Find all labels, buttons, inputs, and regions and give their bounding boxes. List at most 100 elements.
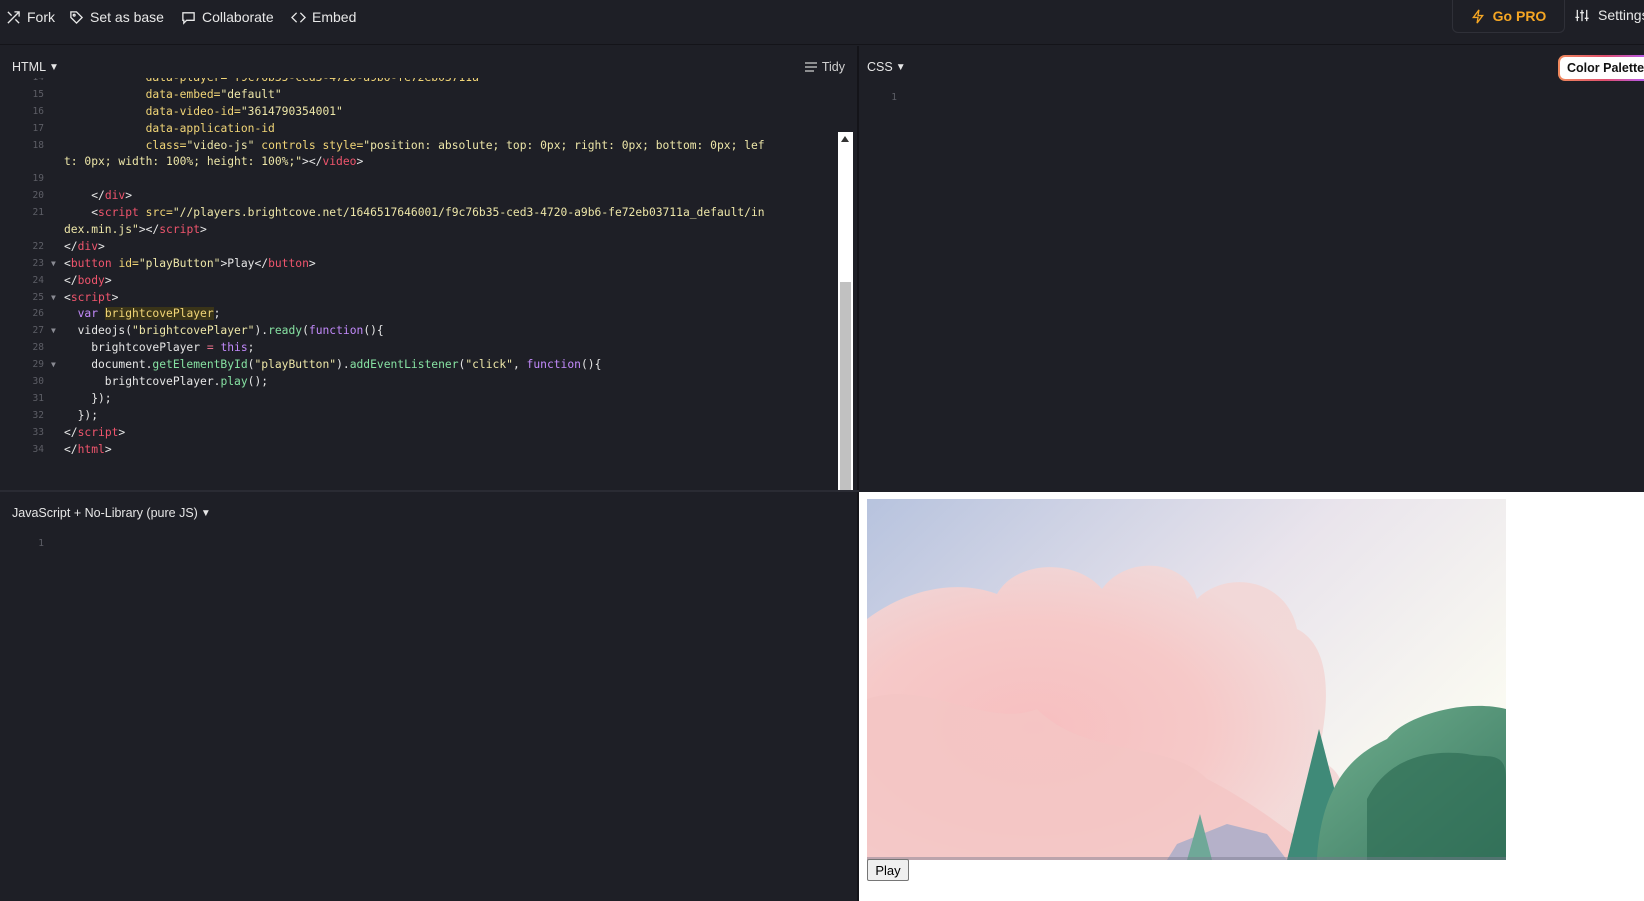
- code-line[interactable]: 28 brightcovePlayer = this;: [0, 340, 838, 357]
- line-number: 18: [32, 139, 44, 151]
- code-line[interactable]: 16 data-video-id="3614790354001": [0, 104, 838, 121]
- line-number: 19: [32, 173, 44, 185]
- code-line[interactable]: 14 data-player="f9c76b35-ced3-4720-a9b6-…: [0, 78, 838, 87]
- code-text: <script src="//players.brightcove.net/16…: [64, 206, 765, 220]
- code-text: </div>: [64, 189, 133, 203]
- code-text: data-video-id="3614790354001": [145, 104, 343, 118]
- scroll-up-icon[interactable]: [841, 136, 849, 142]
- code-line[interactable]: dex.min.js"></script>: [0, 222, 838, 239]
- settings-button[interactable]: Settings: [1574, 7, 1644, 23]
- collaborate-label: Collaborate: [202, 9, 274, 25]
- line-number: 21: [32, 207, 44, 219]
- video-player[interactable]: [867, 499, 1506, 860]
- code-text: </body>: [64, 273, 112, 287]
- code-line[interactable]: 34 </html>: [0, 442, 838, 459]
- line-number: 25: [32, 291, 44, 303]
- go-pro-label: Go PRO: [1492, 8, 1547, 24]
- code-line[interactable]: 22 </div>: [0, 239, 838, 256]
- code-line[interactable]: 32 });: [0, 408, 838, 425]
- embed-button[interactable]: Embed: [291, 7, 356, 27]
- lightning-icon: [1471, 9, 1484, 23]
- code-line[interactable]: 24 </body>: [0, 273, 838, 290]
- html-code-editor[interactable]: 14 data-player="f9c76b35-ced3-4720-a9b6-…: [0, 78, 838, 490]
- code-line[interactable]: 20 </div>: [0, 188, 838, 205]
- code-line[interactable]: 27 ▼ videojs("brightcovePlayer").ready(fu…: [0, 323, 838, 340]
- scrollbar-thumb[interactable]: [840, 282, 851, 490]
- fork-button[interactable]: Fork: [6, 7, 55, 27]
- code-line[interactable]: 25 ▼ <script>: [0, 290, 838, 307]
- line-number: 31: [32, 392, 44, 404]
- code-text: data-application-id: [145, 121, 275, 135]
- code-text: videojs("brightcovePlayer").ready(functi…: [64, 324, 384, 338]
- line-number: 27: [32, 325, 44, 337]
- dropdown-caret-icon: ▼: [49, 61, 59, 73]
- code-text: </html>: [64, 442, 112, 456]
- color-palette-label: Color Palette G: [1560, 57, 1644, 79]
- sliders-icon: [1575, 9, 1589, 21]
- line-number: 16: [32, 105, 44, 117]
- code-text: <script>: [64, 290, 119, 304]
- fork-icon: [7, 10, 20, 24]
- code-line[interactable]: 21 <script src="//players.brightcove.net…: [0, 205, 838, 222]
- js-panel-title: JavaScript + No-Library (pure JS): [12, 506, 198, 520]
- code-line[interactable]: 17 data-application-id: [0, 121, 838, 138]
- settings-label: Settings: [1598, 7, 1644, 23]
- html-editor-panel: HTML ▼ Tidy 14 data-player="f9c76b35-ced…: [0, 46, 857, 490]
- code-line[interactable]: 15 data-embed="default": [0, 87, 838, 104]
- css-editor-panel: CSS ▼ Color Palette G 1: [859, 46, 1644, 490]
- color-palette-button[interactable]: Color Palette G: [1558, 55, 1644, 81]
- line-number: 14: [0, 78, 44, 87]
- html-panel-title: HTML: [12, 60, 47, 74]
- code-line[interactable]: t: 0px; width: 100%; height: 100%;"></vi…: [0, 154, 838, 171]
- code-text: </div>: [64, 239, 105, 253]
- tag-icon: [70, 10, 84, 24]
- code-text: </script>: [64, 425, 126, 439]
- fold-arrow-icon[interactable]: ▼: [51, 290, 56, 307]
- code-text: data-player="f9c76b35-ced3-4720-a9b6-fe7…: [64, 78, 486, 87]
- lines-icon: [804, 62, 817, 72]
- set-as-base-button[interactable]: Set as base: [69, 7, 164, 27]
- video-progress-bar[interactable]: [867, 857, 1506, 860]
- code-text: t: 0px; width: 100%; height: 100%;"></vi…: [64, 155, 364, 169]
- fold-arrow-icon[interactable]: ▼: [51, 256, 56, 273]
- tidy-button[interactable]: Tidy: [804, 60, 845, 74]
- dropdown-caret-icon: ▼: [895, 61, 906, 73]
- code-line[interactable]: 26 var brightcovePlayer;: [0, 306, 838, 323]
- go-pro-button[interactable]: Go PRO: [1452, 0, 1565, 33]
- code-brackets-icon: [291, 11, 306, 23]
- code-line[interactable]: 33 </script>: [0, 425, 838, 442]
- fold-arrow-icon[interactable]: ▼: [51, 323, 56, 340]
- code-text: data-embed="default": [145, 87, 282, 101]
- code-line[interactable]: 23 ▼ <button id="playButton">Play</button>: [0, 256, 838, 273]
- css-language-dropdown[interactable]: CSS ▼: [867, 60, 906, 74]
- line-number: 15: [32, 88, 44, 100]
- html-editor-scrollbar[interactable]: [838, 132, 853, 490]
- line-number: 32: [32, 409, 44, 421]
- code-text: brightcovePlayer.play();: [64, 375, 269, 389]
- line-number: 20: [32, 190, 44, 202]
- collaborate-button[interactable]: Collaborate: [181, 7, 274, 27]
- js-language-dropdown[interactable]: JavaScript + No-Library (pure JS) ▼: [12, 506, 211, 520]
- code-line[interactable]: 29 ▼ document.getElementById("playButton"…: [0, 357, 838, 374]
- code-text: var brightcovePlayer;: [77, 307, 221, 321]
- line-number: 24: [32, 274, 44, 286]
- line-number: 33: [32, 426, 44, 438]
- code-line[interactable]: 19: [0, 171, 838, 188]
- code-text: });: [64, 391, 112, 405]
- code-line[interactable]: 31 });: [0, 391, 838, 408]
- html-language-dropdown[interactable]: HTML ▼: [12, 60, 59, 74]
- line-number: 17: [32, 122, 44, 134]
- top-toolbar: Fork Set as base Collaborate Embed Go PR…: [0, 0, 1644, 45]
- chat-bubble-icon: [182, 11, 195, 25]
- js-line-number: 1: [38, 538, 44, 549]
- play-button[interactable]: Play: [867, 859, 909, 881]
- fork-label: Fork: [27, 9, 55, 25]
- fold-arrow-icon[interactable]: ▼: [51, 357, 56, 374]
- line-number: 28: [32, 342, 44, 354]
- tidy-label: Tidy: [821, 60, 845, 74]
- code-line[interactable]: 18 class="video-js" controls style="posi…: [0, 138, 838, 155]
- line-number: 26: [32, 308, 44, 320]
- result-preview-panel: Play: [859, 492, 1644, 901]
- code-line[interactable]: 30 brightcovePlayer.play();: [0, 374, 838, 391]
- line-number: 23: [32, 257, 44, 269]
